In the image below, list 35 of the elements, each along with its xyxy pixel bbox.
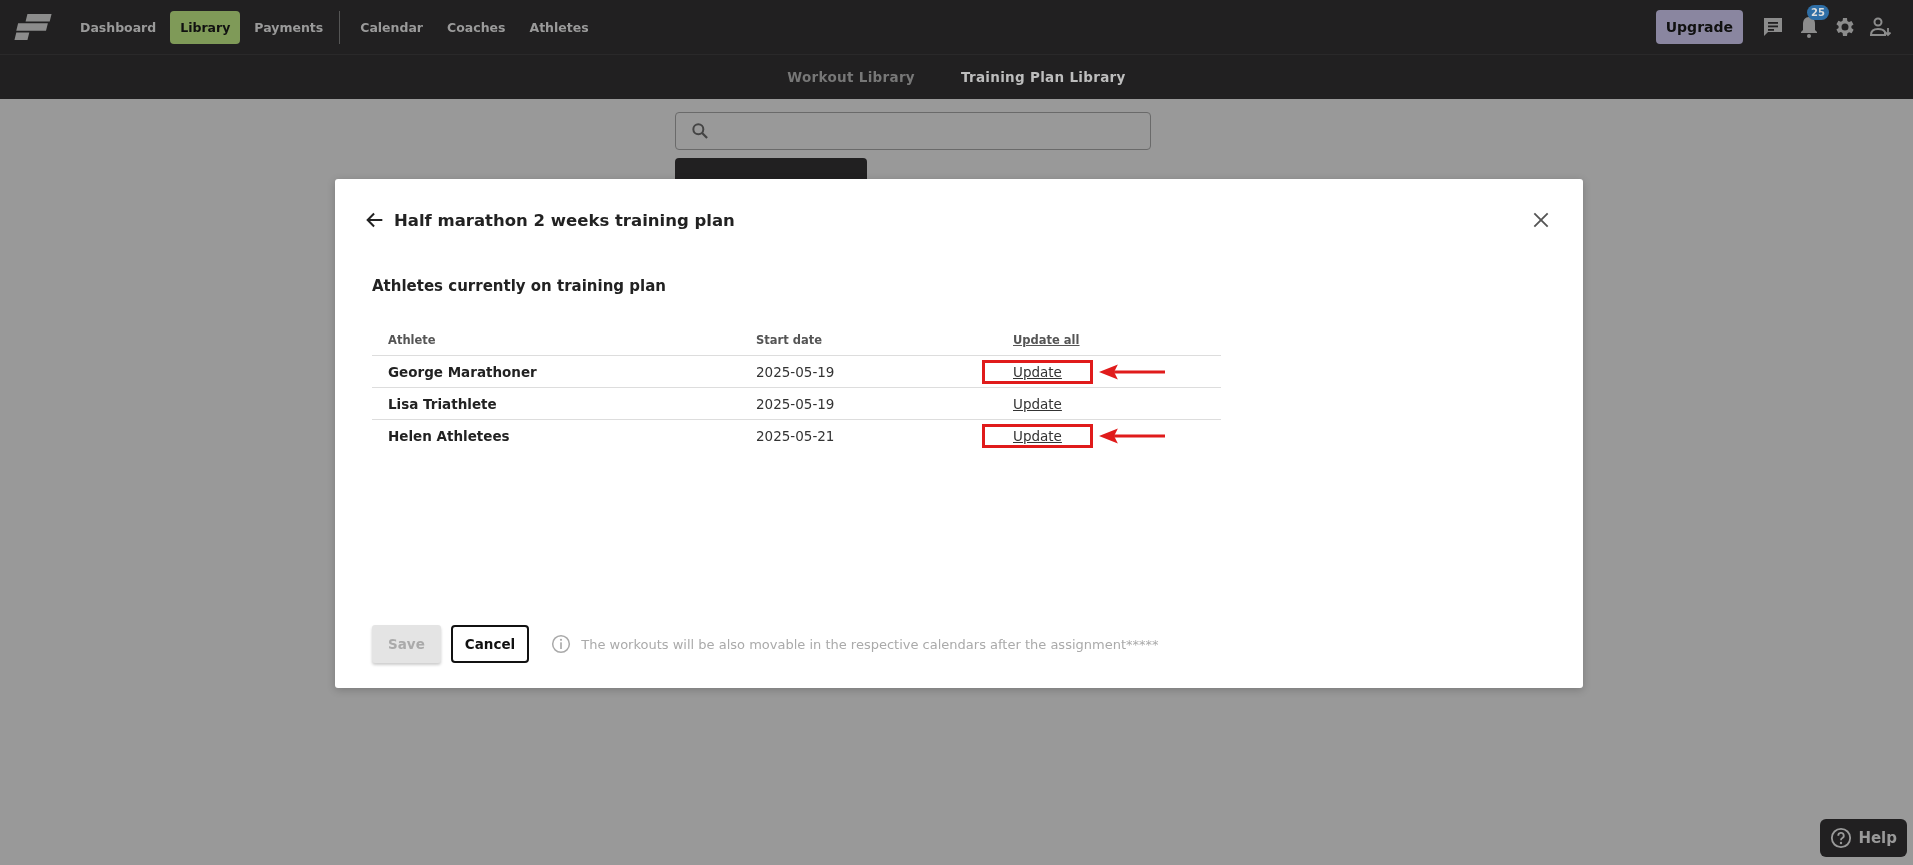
info-icon bbox=[551, 634, 572, 654]
column-header: Start date bbox=[756, 333, 822, 347]
add-person-icon[interactable] bbox=[1869, 15, 1893, 39]
section-heading: Athletes currently on training plan bbox=[372, 277, 667, 295]
nav-tab[interactable]: Dashboard bbox=[70, 10, 167, 44]
update-link[interactable]: Update bbox=[1013, 427, 1062, 444]
nav-tab[interactable]: Athletes bbox=[519, 10, 599, 44]
nav-tab[interactable]: Calendar bbox=[350, 10, 434, 44]
cancel-button[interactable]: Cancel bbox=[450, 625, 530, 663]
search-field[interactable] bbox=[675, 112, 1151, 150]
update-all-link[interactable]: Update all bbox=[1013, 333, 1080, 347]
notification-badge: 25 bbox=[1807, 5, 1829, 20]
nav-tab[interactable]: Library bbox=[170, 10, 241, 44]
table-cell: 2025-05-19 bbox=[740, 355, 982, 388]
search-icon bbox=[690, 121, 710, 141]
table-cell: 2025-05-21 bbox=[740, 419, 982, 451]
library-tab[interactable]: Workout Library bbox=[781, 68, 921, 86]
upgrade-button[interactable]: Upgrade bbox=[1655, 10, 1743, 44]
library-tab[interactable]: Training Plan Library bbox=[954, 68, 1132, 86]
table-cell: George Marathoner bbox=[372, 355, 740, 388]
help-button[interactable]: Help bbox=[1820, 819, 1907, 857]
table-cell: Helen Athletees bbox=[372, 419, 740, 451]
close-icon[interactable] bbox=[1531, 210, 1551, 230]
table-cell: 2025-05-19 bbox=[740, 387, 982, 420]
update-link[interactable]: Update bbox=[1013, 363, 1062, 380]
info-note: The workouts will be also movable in the respective calendars after the assignment***** bbox=[581, 636, 1159, 652]
logo-icon[interactable] bbox=[14, 14, 52, 40]
nav-tab[interactable]: Coaches bbox=[437, 10, 516, 44]
nav-tab[interactable]: Payments bbox=[244, 10, 341, 44]
update-link[interactable]: Update bbox=[1013, 395, 1062, 412]
column-header: Athlete bbox=[388, 333, 436, 347]
help-icon bbox=[1830, 827, 1853, 849]
chat-icon[interactable] bbox=[1761, 15, 1785, 39]
modal-title: Half marathon 2 weeks training plan bbox=[394, 210, 735, 230]
table-cell: Lisa Triathlete bbox=[372, 387, 740, 420]
